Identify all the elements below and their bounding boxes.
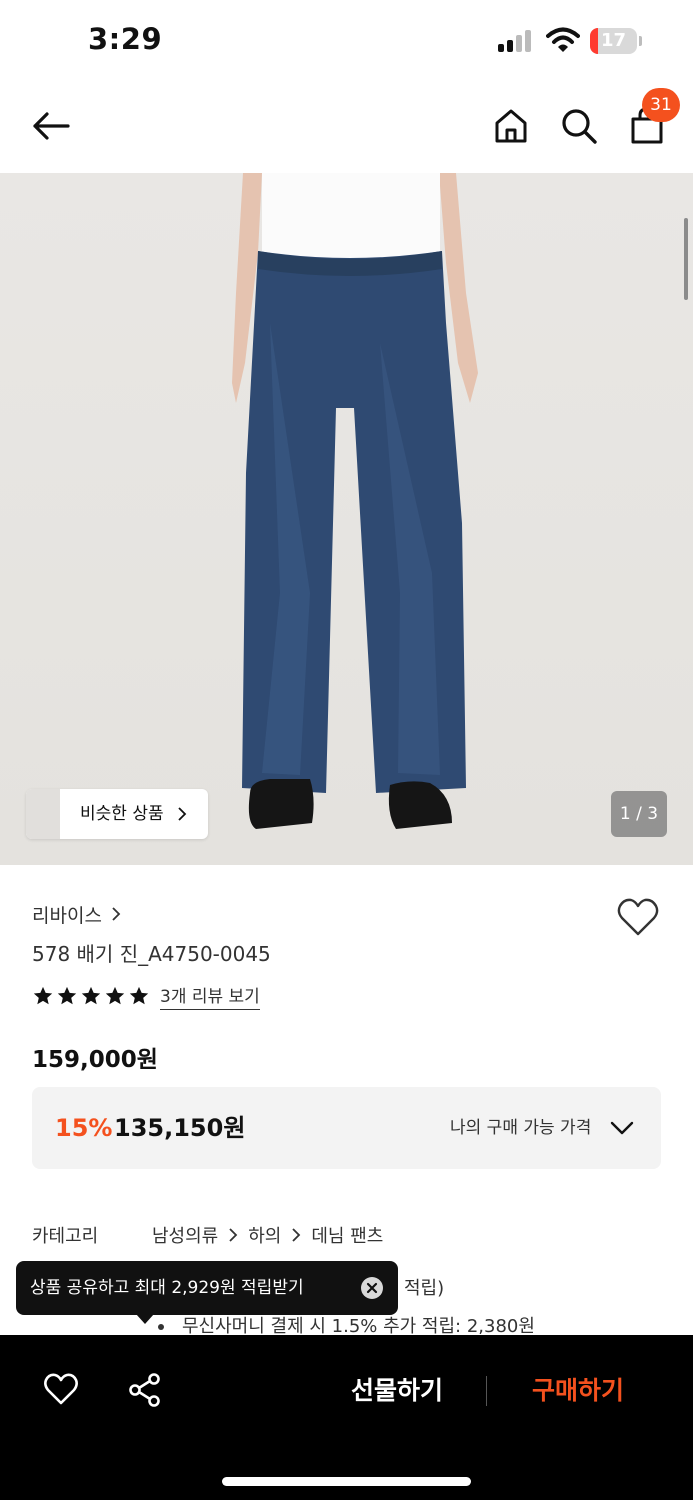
cellular-signal-icon [498, 30, 536, 52]
category-breadcrumb: 남성의류 하의 데님 팬츠 [152, 1222, 383, 1248]
image-counter: 1 / 3 [611, 791, 667, 837]
similar-products-button[interactable]: 비슷한 상품 [26, 789, 208, 839]
star-icon [81, 986, 101, 1005]
heart-icon[interactable] [616, 896, 660, 940]
chevron-right-icon [112, 907, 121, 921]
chevron-right-icon [178, 807, 187, 821]
battery-icon: 17 [590, 28, 642, 54]
price-box[interactable]: 15% 135,150원 나의 구매 가능 가격 [32, 1087, 661, 1169]
battery-level: 17 [600, 30, 627, 51]
similar-products-label: 비슷한 상품 [80, 804, 164, 824]
rating-row: 3개 리뷰 보기 [32, 980, 260, 1012]
toast-text: 상품 공유하고 최대 2,929원 적립받기 [30, 1278, 304, 1298]
discount-rate: 15% [55, 1114, 113, 1142]
points-info-partial: 적립) [404, 1278, 445, 1299]
top-navigation [0, 80, 693, 173]
product-photo [232, 173, 478, 829]
bottom-action-bar: 선물하기 구매하기 [0, 1335, 693, 1500]
product-name: 578 배기 진_A4750-0045 [32, 942, 271, 966]
star-icon [129, 986, 149, 1005]
close-icon[interactable] [361, 1277, 383, 1299]
category-level-2[interactable]: 하의 [248, 1222, 281, 1248]
category-level-3[interactable]: 데님 팬츠 [311, 1222, 383, 1248]
divider [486, 1376, 487, 1406]
bullet [158, 1324, 164, 1330]
share-icon[interactable] [127, 1372, 163, 1408]
scroll-indicator [684, 218, 688, 300]
back-arrow-icon[interactable] [28, 104, 74, 150]
rating-stars [32, 985, 152, 1007]
star-icon [57, 986, 77, 1005]
search-icon[interactable] [556, 103, 602, 149]
toast-pointer [136, 1314, 154, 1324]
heart-icon[interactable] [43, 1372, 79, 1408]
similar-product-thumbnail [26, 789, 60, 839]
product-image-gallery[interactable]: 비슷한 상품 1 / 3 [0, 173, 693, 865]
star-icon [33, 986, 53, 1005]
buy-button[interactable]: 구매하기 [508, 1365, 648, 1417]
share-reward-toast[interactable]: 상품 공유하고 최대 2,929원 적립받기 [16, 1261, 398, 1315]
original-price: 159,000원 [32, 1047, 158, 1073]
wifi-icon [546, 27, 580, 52]
my-price-label: 나의 구매 가능 가격 [450, 1118, 592, 1138]
home-indicator [222, 1477, 471, 1486]
sale-price: 135,150원 [114, 1114, 246, 1142]
home-icon[interactable] [488, 103, 534, 149]
points-line-text: 무신사머니 결제 시 1.5% 추가 적립: 2,380원 [182, 1316, 535, 1334]
chevron-down-icon [610, 1121, 634, 1135]
gift-button[interactable]: 선물하기 [330, 1365, 464, 1417]
star-icon [105, 986, 125, 1005]
points-info-line: 무신사머니 결제 시 1.5% 추가 적립: 2,380원 [158, 1312, 658, 1334]
status-time: 3:29 [88, 22, 163, 56]
review-link[interactable]: 3개 리뷰 보기 [160, 982, 260, 1010]
category-level-1[interactable]: 남성의류 [152, 1222, 218, 1248]
status-bar: 3:29 17 [0, 0, 693, 80]
cart-count-badge: 31 [642, 88, 680, 122]
brand-name: 리바이스 [32, 904, 102, 927]
brand-link[interactable]: 리바이스 [32, 898, 122, 930]
chevron-right-icon [229, 1228, 238, 1242]
chevron-right-icon [292, 1228, 301, 1242]
category-label: 카테고리 [32, 1226, 99, 1247]
